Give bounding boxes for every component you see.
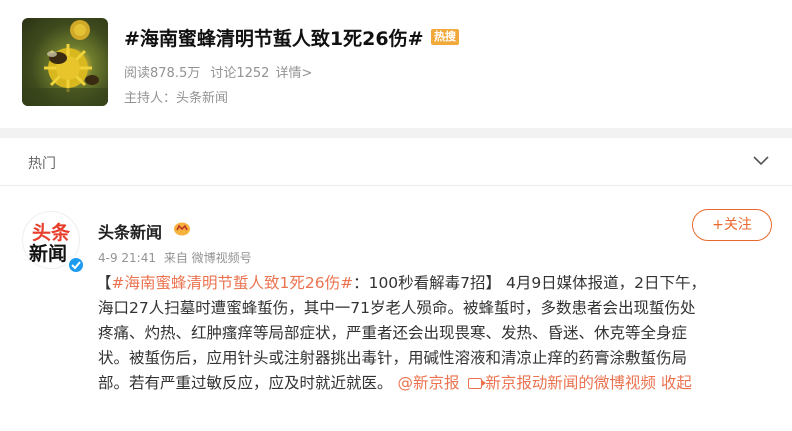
topic-title[interactable]: #海南蜜蜂清明节蜇人致1死26伤#: [124, 24, 424, 51]
post-source: 来自 微博视频号: [163, 251, 252, 265]
post-body-text-5: 部。若有严重过敏反应，应及时就近就医。: [98, 374, 393, 392]
tab-hot[interactable]: 热门: [28, 153, 56, 173]
avatar-logo-bottom: 新闻: [29, 243, 68, 265]
video-icon: [468, 378, 487, 389]
discussion-count: 讨论1252: [210, 66, 270, 81]
follow-button[interactable]: +关注: [692, 209, 772, 241]
topic-thumbnail[interactable]: [22, 18, 108, 106]
hot-badge: 热搜: [431, 29, 459, 45]
tab-bar: 热门: [0, 138, 792, 186]
chevron-down-icon[interactable]: [752, 154, 770, 168]
post-time[interactable]: 4-9 21:41: [98, 251, 156, 265]
hashtag-link[interactable]: #海南蜜蜂清明节蜇人致1死26伤#: [112, 274, 354, 292]
avatar[interactable]: 头条 新闻: [22, 211, 85, 274]
post-body-line-3: 疼痛、灼热、红肿瘙痒等局部症状，严重者还会出现畏寒、发热、昏迷、休克等全身症: [98, 324, 688, 342]
topic-stats: 阅读878.5万 讨论1252 详情>: [124, 62, 318, 81]
post-body-line-2: 海口27人扫墓时遭蜜蜂蜇伤，其中一71岁老人殒命。被蜂蜇时，多数患者会出现蜇伤处: [98, 299, 696, 317]
topic-header: #海南蜜蜂清明节蜇人致1死26伤# 热搜 阅读878.5万 讨论1252 详情> …: [0, 0, 792, 128]
author-name[interactable]: 头条新闻: [98, 219, 162, 243]
mention-link[interactable]: @新京报: [397, 374, 459, 392]
weibo-post: 头条 新闻 头条新闻 4-9 21:41 来自 微博视频号 +关注 【#海南蜜蜂…: [0, 187, 792, 431]
video-link[interactable]: 新京报动新闻的微博视频: [485, 374, 656, 392]
details-link[interactable]: 详情>: [275, 66, 312, 81]
open-bracket: 【: [96, 274, 112, 292]
flower-image: [22, 20, 108, 106]
post-meta: 4-9 21:41 来自 微博视频号: [98, 249, 256, 266]
read-count: 阅读878.5万: [124, 66, 201, 81]
post-body-line-1: 【#海南蜜蜂清明节蜇人致1死26伤#：100秒看解毒7招】 4月9日媒体报道，2…: [96, 271, 774, 296]
collapse-link[interactable]: 收起: [661, 374, 692, 392]
post-body-line-5: 部。若有严重过敏反应，应及时就近就医。 @新京报 新京报动新闻的微博视频 收起: [98, 371, 774, 396]
section-divider: [0, 128, 792, 138]
topic-host: 主持人：头条新闻: [124, 91, 229, 106]
vip-crown-icon: [174, 222, 190, 236]
post-body: 【#海南蜜蜂清明节蜇人致1死26伤#：100秒看解毒7招】 4月9日媒体报道，2…: [96, 271, 774, 396]
post-body-text-1: ：100秒看解毒7招】 4月9日媒体报道，2日下午，: [353, 274, 707, 292]
verified-icon: [67, 256, 85, 274]
post-body-line-4: 状。被蜇伤后，应用针头或注射器挑出毒针，用碱性溶液和清凉止痒的药膏涂敷蜇伤局: [98, 349, 688, 367]
